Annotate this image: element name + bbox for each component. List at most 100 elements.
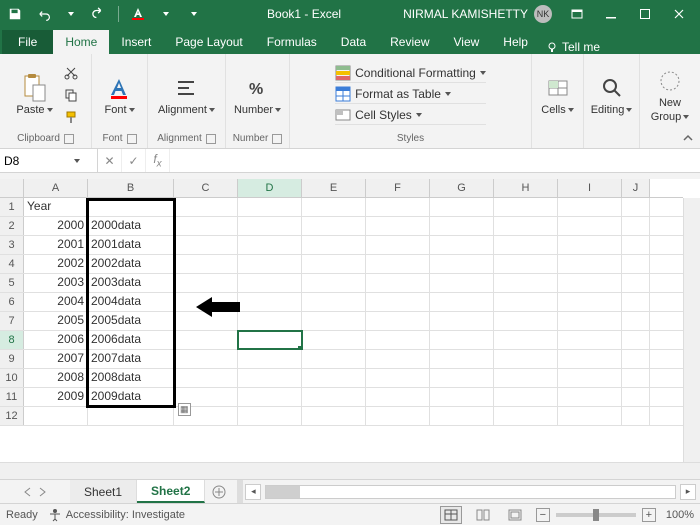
cell[interactable]: 2003 — [24, 274, 88, 292]
cell[interactable]: 2006data — [88, 331, 174, 349]
autofill-options-icon[interactable]: ▦ — [178, 403, 191, 416]
cell[interactable] — [302, 198, 366, 216]
cell[interactable] — [24, 407, 88, 425]
cell[interactable] — [558, 312, 622, 330]
collapse-ribbon-icon[interactable] — [682, 132, 694, 144]
cell[interactable]: 2002 — [24, 255, 88, 273]
row-header[interactable]: 6 — [0, 293, 24, 311]
cell[interactable] — [302, 236, 366, 254]
cell[interactable] — [238, 236, 302, 254]
cell[interactable] — [238, 293, 302, 311]
cell[interactable] — [238, 255, 302, 273]
select-all-corner[interactable] — [0, 179, 24, 197]
row-header[interactable]: 5 — [0, 274, 24, 292]
cell[interactable] — [622, 217, 650, 235]
cell[interactable] — [558, 293, 622, 311]
cell[interactable] — [302, 388, 366, 406]
row-header[interactable]: 12 — [0, 407, 24, 425]
cell[interactable] — [366, 274, 430, 292]
col-header-A[interactable]: A — [24, 179, 88, 197]
alignment-launcher-icon[interactable] — [206, 134, 216, 144]
font-color-dropdown-icon[interactable] — [155, 3, 177, 25]
cell[interactable] — [430, 350, 494, 368]
col-header-J[interactable]: J — [622, 179, 650, 197]
cell[interactable]: 2003data — [88, 274, 174, 292]
cell[interactable]: 2009 — [24, 388, 88, 406]
cell[interactable] — [430, 407, 494, 425]
cell[interactable] — [622, 369, 650, 387]
user-account[interactable]: NIRMAL KAMISHETTY NK — [403, 5, 552, 23]
cell[interactable] — [302, 312, 366, 330]
cell[interactable] — [174, 369, 238, 387]
cell[interactable] — [174, 198, 238, 216]
hscroll-track[interactable] — [265, 485, 676, 499]
sheet-nav-buttons[interactable] — [0, 480, 70, 503]
cell[interactable] — [622, 236, 650, 254]
ribbon-display-options-icon[interactable] — [560, 0, 594, 28]
zoom-handle[interactable] — [593, 509, 599, 521]
cell[interactable] — [558, 198, 622, 216]
enter-formula-icon[interactable]: ✓ — [122, 149, 146, 172]
cell[interactable] — [430, 369, 494, 387]
cell[interactable] — [430, 331, 494, 349]
cell[interactable] — [366, 407, 430, 425]
tab-review[interactable]: Review — [378, 30, 441, 54]
cell[interactable] — [174, 255, 238, 273]
cell[interactable] — [622, 198, 650, 216]
accessibility-checker[interactable]: Accessibility: Investigate — [48, 508, 185, 522]
cell[interactable] — [622, 293, 650, 311]
cell[interactable] — [238, 217, 302, 235]
row-header[interactable]: 8 — [0, 331, 24, 349]
cell[interactable] — [494, 388, 558, 406]
cell[interactable] — [494, 255, 558, 273]
tab-formulas[interactable]: Formulas — [255, 30, 329, 54]
cell[interactable] — [494, 350, 558, 368]
cell[interactable] — [302, 217, 366, 235]
vertical-scrollbar[interactable] — [683, 198, 700, 462]
cell[interactable] — [430, 236, 494, 254]
qat-customize-icon[interactable] — [183, 3, 205, 25]
cell[interactable] — [366, 312, 430, 330]
cell[interactable] — [558, 236, 622, 254]
sheet-tab-sheet1[interactable]: Sheet1 — [70, 480, 137, 503]
cell[interactable] — [238, 350, 302, 368]
undo-dropdown-icon[interactable] — [60, 3, 82, 25]
cell[interactable] — [558, 350, 622, 368]
format-painter-icon[interactable] — [61, 107, 81, 127]
cell[interactable] — [494, 217, 558, 235]
hscroll-left-icon[interactable]: ◂ — [245, 484, 261, 500]
row-header[interactable]: 2 — [0, 217, 24, 235]
copy-icon[interactable] — [61, 85, 81, 105]
view-page-break-icon[interactable] — [504, 506, 526, 524]
row-header[interactable]: 9 — [0, 350, 24, 368]
col-header-F[interactable]: F — [366, 179, 430, 197]
minimize-button[interactable] — [594, 0, 628, 28]
cell[interactable] — [174, 236, 238, 254]
cell[interactable] — [622, 274, 650, 292]
zoom-out-button[interactable]: − — [536, 508, 550, 522]
row-header[interactable]: 10 — [0, 369, 24, 387]
cell[interactable] — [430, 388, 494, 406]
cell[interactable] — [302, 293, 366, 311]
font-color-qat-icon[interactable] — [127, 3, 149, 25]
cell[interactable] — [494, 198, 558, 216]
tab-page-layout[interactable]: Page Layout — [163, 30, 254, 54]
col-header-D[interactable]: D — [238, 179, 302, 197]
cell[interactable] — [302, 255, 366, 273]
zoom-slider[interactable]: − + — [536, 508, 656, 522]
cell[interactable] — [558, 369, 622, 387]
cell[interactable]: 2007 — [24, 350, 88, 368]
cell[interactable]: 2002data — [88, 255, 174, 273]
tab-splitter[interactable] — [237, 480, 243, 503]
cell[interactable] — [558, 331, 622, 349]
cell[interactable]: 2004 — [24, 293, 88, 311]
col-header-G[interactable]: G — [430, 179, 494, 197]
cell[interactable] — [88, 407, 174, 425]
cell[interactable] — [494, 369, 558, 387]
name-box-input[interactable] — [4, 154, 74, 168]
cell[interactable] — [430, 217, 494, 235]
tab-help[interactable]: Help — [491, 30, 540, 54]
cell[interactable] — [174, 331, 238, 349]
sheet-tab-sheet2[interactable]: Sheet2 — [137, 480, 205, 503]
cell[interactable] — [238, 369, 302, 387]
